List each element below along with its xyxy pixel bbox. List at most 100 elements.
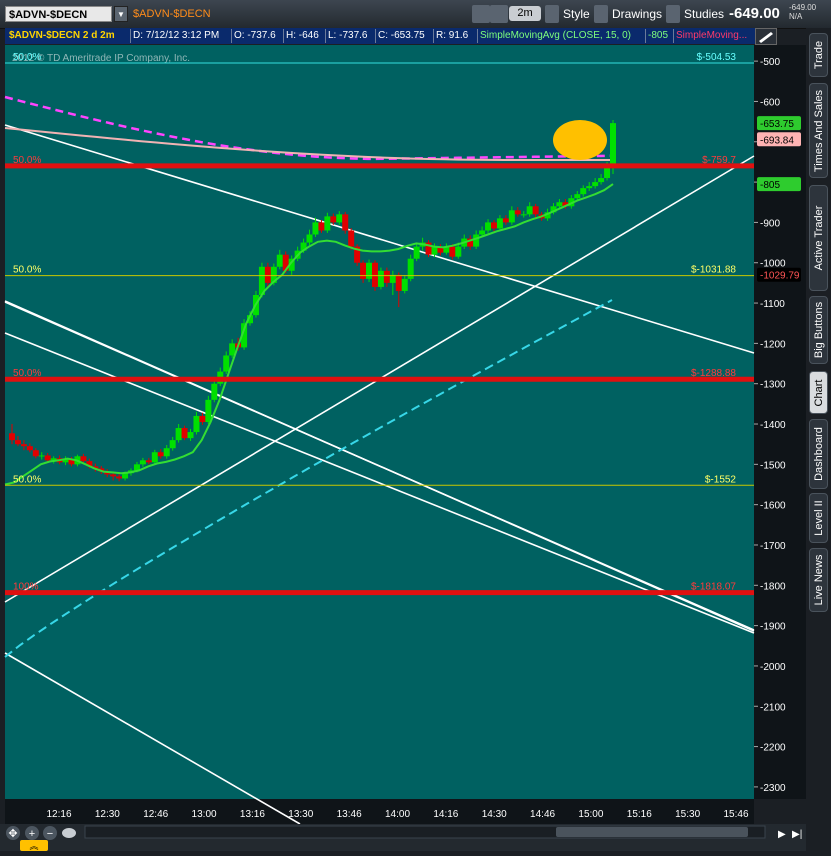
candle-body	[496, 218, 503, 229]
zoom-out-icon[interactable]: −	[43, 826, 57, 840]
candle-body	[199, 415, 206, 422]
last-price: -649.00	[729, 5, 780, 22]
x-tick-label: 15:16	[627, 809, 652, 820]
x-tick-label: 15:46	[723, 809, 748, 820]
candle-body	[264, 266, 271, 283]
symbol-dropdown-button[interactable]: ▼	[114, 6, 128, 22]
sidebar-tab-label: Big Buttons	[812, 301, 825, 359]
candle-body	[556, 202, 563, 207]
svg-text:−: −	[47, 828, 53, 840]
candle-body	[187, 432, 194, 439]
candle-body	[306, 234, 313, 243]
candle-body	[312, 222, 319, 235]
chart-area[interactable]: 2012 © TD Ameritrade IP Company, Inc. 50…	[0, 28, 806, 824]
candle-body	[586, 186, 593, 189]
x-tick-label: 13:46	[337, 809, 362, 820]
sidebar-tab-live-news[interactable]: Live News	[809, 548, 828, 612]
price-summary: -649.00 N/A	[789, 3, 816, 21]
right-sidebar: Trade Times And Sales Active Trader Big But…	[806, 28, 831, 848]
y-tick-label: -1900	[760, 622, 786, 633]
candle-body	[181, 428, 188, 439]
y-tick-label: -1600	[760, 501, 786, 512]
drawings-icon[interactable]	[594, 5, 608, 23]
drawings-button[interactable]: Drawings	[612, 5, 662, 23]
candle-body	[502, 218, 509, 223]
candle-body	[514, 210, 521, 215]
candle-body	[44, 455, 51, 461]
candle-body	[330, 216, 337, 223]
candle-body	[532, 206, 539, 215]
linked-symbol[interactable]: $ADVN-$DECN	[133, 8, 211, 20]
scroll-right-icon[interactable]: ▶	[778, 829, 786, 840]
sidebar-tab-level-ii[interactable]: Level II	[809, 493, 828, 543]
candle-body	[413, 246, 420, 259]
candle-body	[592, 182, 599, 187]
sidebar-tab-big-buttons[interactable]: Big Buttons	[809, 296, 828, 364]
candle-body	[175, 428, 182, 441]
candle-body	[169, 440, 176, 449]
x-tick-label: 12:46	[143, 809, 168, 820]
x-tick-label: 14:16	[433, 809, 458, 820]
candle-body	[366, 262, 373, 279]
fib-right-label: $-1288.88	[691, 368, 736, 379]
sidebar-tab-label: Chart	[812, 379, 825, 406]
x-tick-label: 14:30	[482, 809, 507, 820]
studies-button[interactable]: Studies	[684, 5, 724, 23]
candle-body	[455, 246, 462, 257]
timeframe-button[interactable]: 2m	[509, 6, 541, 21]
sidebar-tab-dashboard[interactable]: Dashboard	[809, 419, 828, 489]
sidebar-tab-label: Times And Sales	[812, 89, 825, 172]
fib-right-label: $-1818.07	[691, 582, 736, 593]
x-tick-label: 15:30	[675, 809, 700, 820]
x-tick-label: 14:00	[385, 809, 410, 820]
x-tick-label: 12:16	[46, 809, 71, 820]
candle-body	[223, 355, 230, 372]
tools-icon[interactable]	[472, 5, 490, 23]
y-tick-label: -2000	[760, 662, 786, 673]
candle-body	[371, 262, 378, 287]
candle-body	[336, 214, 343, 223]
fib-left-label: 100%	[13, 582, 39, 593]
fib-left-label: 50.0%	[13, 368, 41, 379]
candle-body	[479, 230, 486, 235]
y-tick-label: -500	[760, 57, 780, 68]
candle-body	[229, 343, 236, 356]
y-tick-label: -1400	[760, 420, 786, 431]
candle-body	[14, 440, 21, 445]
y-tick-label: -1300	[760, 380, 786, 391]
sidebar-tab-label: Live News	[812, 554, 825, 606]
fib-right-label: $-1552	[705, 474, 737, 485]
x-tick-label: 14:46	[530, 809, 555, 820]
style-button[interactable]: Style	[563, 5, 590, 23]
symbol-input[interactable]: $ADVN-$DECN	[5, 6, 112, 22]
price-label-cyan: -1029.79	[760, 271, 800, 282]
scroll-end-icon[interactable]: ▶|	[792, 829, 802, 840]
fib-left-label: 50.0%	[13, 265, 41, 276]
candle-body	[276, 254, 283, 267]
y-tick-label: -1200	[760, 339, 786, 350]
zoom-in-icon[interactable]: +	[25, 826, 39, 840]
x-tick-label: 13:16	[240, 809, 265, 820]
sidebar-tab-times-and-sales[interactable]: Times And Sales	[809, 83, 828, 178]
candle-body	[383, 270, 390, 283]
sidebar-tab-chart[interactable]: Chart	[809, 371, 828, 414]
sidebar-tab-active-trader[interactable]: Active Trader	[809, 185, 828, 291]
highlight-ellipse	[553, 120, 607, 160]
scrollbar-thumb[interactable]	[556, 827, 748, 837]
candle-body	[580, 188, 587, 195]
pan-icon[interactable]: ✥	[6, 826, 20, 840]
fib-left-label: 50.0%	[13, 52, 41, 63]
candle-body	[151, 452, 158, 463]
sidebar-tab-label: Level II	[812, 500, 825, 536]
candle-body	[574, 194, 581, 199]
y-tick-label: -2300	[760, 783, 786, 794]
style-icon[interactable]	[545, 5, 559, 23]
studies-icon[interactable]	[666, 5, 680, 23]
small-change: N/A	[789, 12, 803, 21]
reset-zoom-icon[interactable]	[62, 828, 76, 838]
sidebar-tab-trade[interactable]: Trade	[809, 33, 828, 77]
pencil-icon[interactable]	[490, 5, 508, 23]
candle-body	[205, 399, 212, 422]
candle-body	[526, 206, 533, 215]
candle-body	[318, 222, 325, 231]
